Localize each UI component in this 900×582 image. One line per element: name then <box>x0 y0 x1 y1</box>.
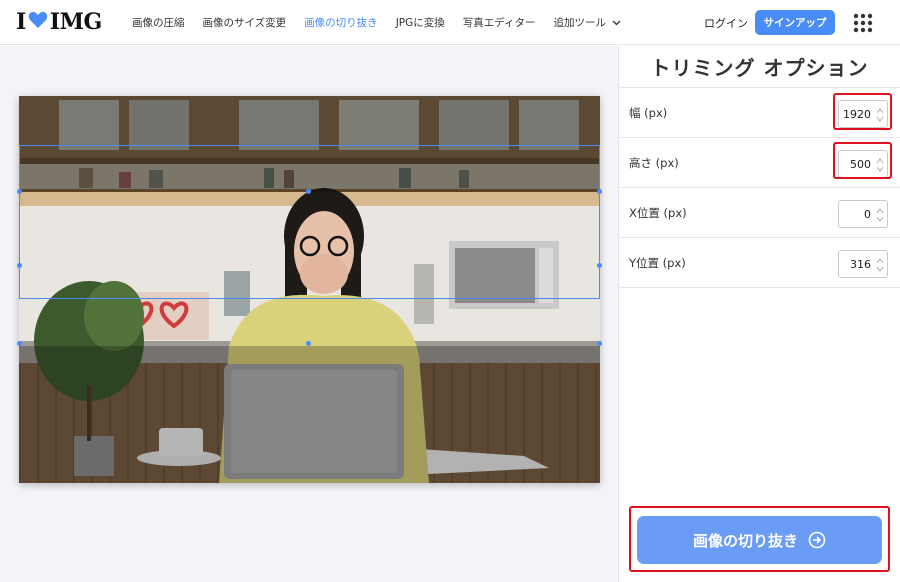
apps-grid-icon[interactable] <box>853 13 873 33</box>
y-position-label: Y位置 (px) <box>629 256 686 270</box>
nav-photo-editor[interactable]: 写真エディター <box>463 15 536 30</box>
nav-crop[interactable]: 画像の切り抜き <box>304 15 378 30</box>
login-link[interactable]: ログイン <box>704 15 748 31</box>
height-label: 高さ (px) <box>629 156 679 170</box>
nav-resize[interactable]: 画像のサイズ変更 <box>203 15 287 30</box>
crop-handle-bottom-right[interactable] <box>597 341 602 346</box>
x-position-input[interactable]: 0 <box>838 200 888 228</box>
image-workspace <box>0 46 618 582</box>
logo-suffix: IMG <box>49 9 102 35</box>
width-label: 幅 (px) <box>629 106 668 120</box>
nav-convert-jpg[interactable]: JPGに変換 <box>396 15 445 30</box>
main-nav: 画像の圧縮 画像のサイズ変更 画像の切り抜き JPGに変換 写真エディター 追加… <box>123 0 630 45</box>
nav-compress[interactable]: 画像の圧縮 <box>132 15 185 30</box>
y-position-value: 316 <box>850 257 871 271</box>
top-header: I IMG 画像の圧縮 画像のサイズ変更 画像の切り抜き JPGに変換 写真エデ… <box>0 0 900 45</box>
crop-handle-bottom-left[interactable] <box>17 341 22 346</box>
crop-handle-bottom[interactable] <box>306 341 311 346</box>
crop-handle-top-right[interactable] <box>597 189 602 194</box>
spinner-icon[interactable] <box>876 257 884 273</box>
x-position-value: 0 <box>864 207 871 221</box>
spinner-icon[interactable] <box>876 207 884 223</box>
arrow-circle-right-icon <box>808 531 826 549</box>
crop-handle-top-left[interactable] <box>17 189 22 194</box>
heart-icon <box>28 11 48 33</box>
logo[interactable]: I IMG <box>16 9 102 35</box>
logo-prefix: I <box>16 9 26 35</box>
width-highlight <box>833 93 892 130</box>
nav-more-label: 追加ツール <box>553 17 607 29</box>
signup-button[interactable]: サインアップ <box>755 10 835 35</box>
crop-selection[interactable] <box>19 145 600 299</box>
chevron-down-icon <box>612 20 621 25</box>
crop-image-button[interactable]: 画像の切り抜き <box>637 516 882 564</box>
height-highlight <box>833 142 892 179</box>
crop-button-label: 画像の切り抜き <box>692 531 798 550</box>
panel-title: トリミング オプション <box>619 46 900 88</box>
x-position-label: X位置 (px) <box>629 206 687 220</box>
y-position-row: Y位置 (px) 316 <box>619 238 900 288</box>
crop-handle-top[interactable] <box>306 189 311 194</box>
y-position-input[interactable]: 316 <box>838 250 888 278</box>
nav-more-tools[interactable]: 追加ツール <box>554 15 622 30</box>
crop-handle-left[interactable] <box>17 263 22 268</box>
x-position-row: X位置 (px) 0 <box>619 188 900 238</box>
crop-handle-right[interactable] <box>597 263 602 268</box>
